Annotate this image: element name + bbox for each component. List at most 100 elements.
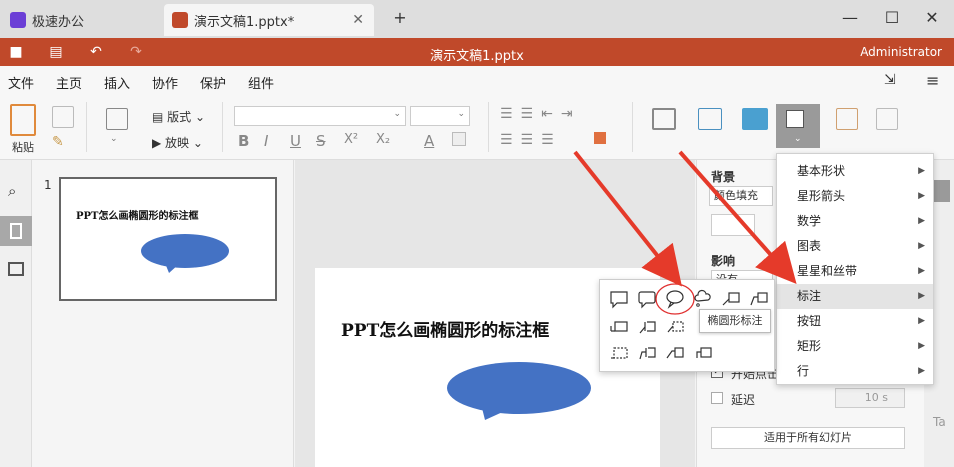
menu-item-label: 数学 — [797, 214, 822, 228]
text-art-icon[interactable] — [698, 108, 722, 130]
list-buttons[interactable]: ☰☰⇤⇥ — [500, 106, 581, 122]
layout-label: 版式 — [167, 110, 192, 124]
menu-item-label: 行 — [797, 364, 810, 378]
border-callout-icon[interactable] — [665, 317, 685, 337]
new-slide-icon[interactable] — [106, 108, 128, 130]
chevron-right-icon: ▶ — [918, 341, 925, 351]
align-objects-icon[interactable] — [876, 108, 898, 130]
title-bar: ■ ▤ ↶ ↷ 演示文稿1.pptx Administrator — [0, 38, 954, 66]
user-name[interactable]: Administrator — [860, 45, 942, 59]
shape-menu-buttons[interactable]: 按钮 ▶ — [777, 309, 933, 334]
rect-callout-icon[interactable] — [609, 289, 629, 309]
rocket-icon — [10, 12, 26, 28]
paste-icon[interactable] — [10, 104, 36, 136]
shape-menu-lines[interactable]: 行 ▶ — [777, 359, 933, 384]
menu-bar: 文件 主页 插入 协作 保护 组件 ⇲ ≡ — [0, 66, 954, 97]
chevron-down-icon[interactable]: ⌄ — [110, 134, 118, 144]
font-size-select[interactable]: ⌄ — [410, 106, 470, 126]
menu-protect[interactable]: 保护 — [200, 73, 226, 92]
tab-label: 演示文稿1.pptx* — [194, 14, 295, 30]
menu-item-label: 按钮 — [797, 314, 822, 328]
chevron-right-icon: ▶ — [918, 316, 925, 326]
accent-callout-1-icon[interactable] — [609, 317, 629, 337]
chevron-right-icon: ▶ — [918, 191, 925, 201]
italic-button[interactable]: I — [264, 132, 268, 150]
arrange-icon[interactable] — [836, 108, 858, 130]
chevron-right-icon: ▶ — [918, 266, 925, 276]
comment-icon[interactable] — [8, 262, 24, 276]
slide-title[interactable]: PPT怎么画椭圆形的标注框 — [341, 316, 549, 341]
textbox-icon[interactable] — [652, 108, 676, 130]
menu-components[interactable]: 组件 — [248, 73, 274, 92]
ribbon: 粘贴 ✎ ⌄ ▤ 版式 ⌄ ▶ 放映 ⌄ ⌄ ⌄ B I U S X² X₂ A… — [0, 94, 954, 160]
slide-number: 1 — [44, 178, 52, 192]
slides-panel-button[interactable] — [0, 216, 32, 246]
delay-input[interactable]: 10 s — [835, 388, 905, 408]
chevron-right-icon: ▶ — [918, 166, 925, 176]
ellipse-callout-shape[interactable] — [445, 362, 595, 422]
format-painter-icon[interactable]: ✎ — [52, 134, 64, 150]
menu-item-label: 星形箭头 — [797, 189, 846, 203]
line-callout-1-icon[interactable] — [721, 289, 741, 309]
shape-menu-callouts[interactable]: 标注 ▶ — [777, 284, 933, 309]
layout-button[interactable]: ▤ 版式 ⌄ — [152, 108, 205, 125]
copy-icon[interactable] — [52, 106, 74, 128]
line-callout-2-icon[interactable] — [749, 289, 769, 309]
menu-file[interactable]: 文件 — [8, 73, 34, 92]
delay-checkbox[interactable] — [711, 392, 723, 404]
accent-callout-2-icon[interactable] — [637, 317, 657, 337]
text-art-settings-icon[interactable]: Ta — [933, 415, 946, 429]
apply-all-button[interactable]: 适用于所有幻灯片 — [711, 427, 905, 449]
shape-menu-arrows[interactable]: 星形箭头 ▶ — [777, 184, 933, 209]
apply-all-label: 适用于所有幻灯片 — [764, 431, 852, 444]
font-name-select[interactable]: ⌄ — [234, 106, 406, 126]
new-tab-icon[interactable]: + — [390, 8, 410, 27]
menu-insert[interactable]: 插入 — [104, 73, 130, 92]
close-window-icon[interactable]: ✕ — [922, 8, 942, 27]
slideshow-label: 放映 — [165, 136, 190, 150]
menu-collaborate[interactable]: 协作 — [152, 73, 178, 92]
border-line-callout-icon[interactable] — [693, 343, 713, 363]
slide-thumbnails: 1 PPT怎么画椭圆形的标注框 — [32, 160, 294, 467]
bent-line-callout-icon[interactable] — [665, 343, 685, 363]
shape-menu-rectangles[interactable]: 矩形 ▶ — [777, 334, 933, 359]
document-title: 演示文稿1.pptx — [430, 49, 524, 64]
annotation-arrows — [573, 150, 797, 287]
slide-thumbnail[interactable]: PPT怎么画椭圆形的标注框 — [59, 177, 277, 301]
delay-label: 延迟 — [731, 393, 756, 407]
underline-button[interactable]: U — [290, 132, 301, 150]
superscript-button[interactable]: X² — [344, 132, 358, 147]
image-icon[interactable] — [742, 108, 768, 130]
subscript-button[interactable]: X₂ — [376, 132, 390, 147]
align-buttons[interactable]: ☰☰☰ — [500, 132, 562, 148]
open-location-icon[interactable]: ⇲ — [884, 72, 896, 88]
cloud-callout-icon[interactable] — [693, 289, 713, 309]
chevron-right-icon: ▶ — [918, 291, 925, 301]
tab-home-app[interactable]: 极速办公 — [0, 4, 160, 36]
chevron-down-icon: ⌄ — [393, 109, 401, 119]
slides-icon — [10, 223, 22, 239]
hamburger-icon[interactable]: ≡ — [926, 71, 939, 90]
tab-label: 极速办公 — [32, 14, 85, 30]
minimize-icon[interactable]: — — [840, 8, 860, 27]
thumbnail-title: PPT怎么画椭圆形的标注框 — [76, 211, 199, 222]
dashed-callout-icon[interactable] — [609, 343, 629, 363]
shape-menu-charts[interactable]: 图表 ▶ — [777, 234, 933, 259]
bold-button[interactable]: B — [238, 132, 249, 150]
highlight-icon[interactable] — [452, 132, 466, 146]
shape-menu-basic[interactable]: 基本形状 ▶ — [777, 159, 933, 184]
tab-document[interactable]: 演示文稿1.pptx* ✕ — [164, 4, 374, 36]
search-icon[interactable]: ⌕ — [8, 182, 16, 200]
shape-menu-stars[interactable]: 星星和丝带 ▶ — [777, 259, 933, 284]
menu-item-label: 星星和丝带 — [797, 264, 858, 278]
tab-bar: 极速办公 演示文稿1.pptx* ✕ + — ☐ ✕ — [0, 0, 954, 38]
shape-menu-math[interactable]: 数学 ▶ — [777, 209, 933, 234]
font-color-button[interactable]: A — [424, 132, 434, 150]
menu-item-label: 标注 — [797, 289, 822, 303]
menu-item-label: 矩形 — [797, 339, 822, 353]
strike-button[interactable]: S — [316, 132, 326, 150]
slideshow-button[interactable]: ▶ 放映 ⌄ — [152, 134, 203, 151]
maximize-icon[interactable]: ☐ — [882, 8, 902, 27]
close-icon[interactable]: ✕ — [352, 12, 364, 28]
accent-line-callout-icon[interactable] — [637, 343, 657, 363]
